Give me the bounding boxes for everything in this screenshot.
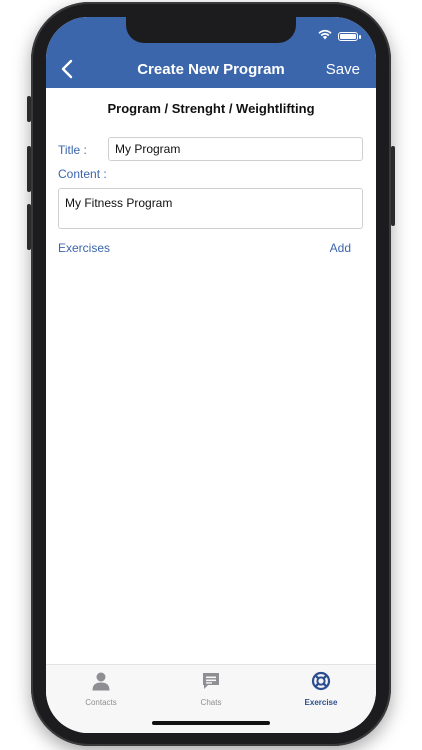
power-button xyxy=(391,146,395,226)
content-text: My Fitness Program xyxy=(65,196,173,210)
add-exercise-button[interactable]: Add xyxy=(330,241,351,255)
tab-contacts[interactable]: Contacts xyxy=(46,671,156,707)
phone-screen: Create New Program Save Program / Streng… xyxy=(46,17,376,733)
tab-chats[interactable]: Chats xyxy=(156,671,266,707)
page-title: Create New Program xyxy=(137,61,285,78)
chat-bubble-icon xyxy=(203,673,219,689)
chevron-left-icon xyxy=(61,59,73,79)
notch xyxy=(126,17,296,43)
volume-up-button xyxy=(27,146,31,192)
title-label: Title : xyxy=(58,143,87,157)
content-label: Content : xyxy=(58,167,107,181)
back-button[interactable] xyxy=(58,57,78,81)
wifi-icon xyxy=(318,27,332,45)
mute-switch xyxy=(27,96,31,122)
breadcrumb: Program / Strenght / Weightlifting xyxy=(107,101,315,116)
title-input[interactable] xyxy=(108,137,363,161)
save-button[interactable]: Save xyxy=(326,61,360,78)
battery-icon xyxy=(338,31,361,41)
lifebuoy-icon xyxy=(311,671,331,691)
tab-label: Chats xyxy=(200,698,222,707)
tab-label: Exercise xyxy=(304,698,338,707)
home-indicator[interactable] xyxy=(152,721,270,725)
tab-bar: Contacts Chats Exercise xyxy=(46,664,376,733)
tab-label: Contacts xyxy=(85,698,117,707)
tab-exercise[interactable]: Exercise xyxy=(266,671,376,707)
app-screenshot: Create New Program Save Program / Streng… xyxy=(0,0,422,750)
person-icon xyxy=(92,672,110,691)
volume-down-button xyxy=(27,204,31,250)
content-textarea[interactable]: My Fitness Program xyxy=(58,188,363,229)
status-bar xyxy=(318,27,361,45)
exercises-label: Exercises xyxy=(58,241,111,255)
